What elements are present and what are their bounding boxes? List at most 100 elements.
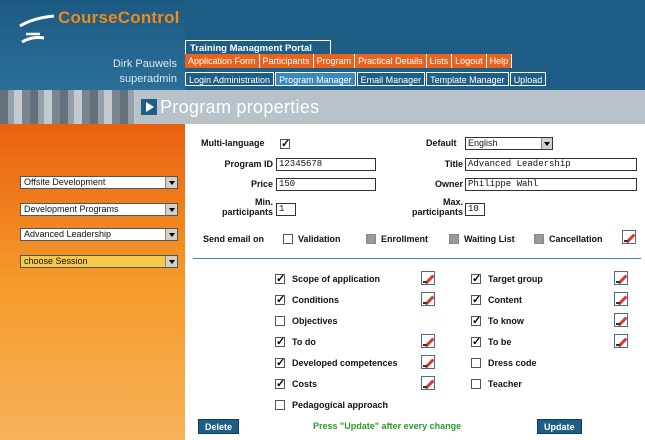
nav-template-manager[interactable]: Template Manager — [426, 72, 509, 86]
user-name: Dirk Pauwels — [112, 58, 177, 70]
max-participants-label: Max. participants — [399, 197, 463, 217]
chevron-down-icon — [165, 177, 177, 188]
section-to-know-checkbox[interactable] — [471, 314, 481, 327]
user-role: superadmin — [119, 73, 177, 85]
email-validation-checkbox[interactable] — [283, 234, 293, 244]
default-language-value: English — [468, 138, 498, 148]
edit-costs-icon[interactable] — [421, 376, 435, 390]
edit-content-icon[interactable] — [614, 292, 628, 306]
default-language-select[interactable]: English — [465, 137, 553, 150]
filter-value: Development Programs — [24, 204, 119, 214]
price-field[interactable]: 150 — [276, 178, 376, 191]
section-teacher-checkbox[interactable] — [471, 379, 481, 389]
section-todo-checkbox[interactable] — [275, 335, 285, 348]
nav-logout[interactable]: Logout — [452, 54, 487, 68]
filter-select-category[interactable]: Offsite Development — [20, 176, 178, 189]
edit-to-be-icon[interactable] — [614, 334, 628, 348]
section-target-group-label: Target group — [488, 274, 543, 284]
title-label: Title — [444, 159, 463, 169]
email-cancellation-label: Cancellation — [549, 234, 603, 244]
nav-login-administration[interactable]: Login Administration — [185, 72, 275, 86]
nav-lists[interactable]: Lists — [427, 54, 453, 68]
section-competences-label: Developed competences — [292, 358, 398, 368]
nav-practical-details[interactable]: Practical Details — [355, 54, 427, 68]
min-label-line: participants — [221, 207, 273, 217]
logo-text: CourseControl — [58, 8, 180, 27]
section-competences-checkbox[interactable] — [275, 356, 285, 369]
play-icon — [141, 99, 157, 115]
send-email-label: Send email on — [203, 234, 265, 244]
default-label: Default — [426, 138, 457, 148]
section-todo-label: To do — [292, 337, 316, 347]
chevron-down-icon — [165, 256, 177, 267]
section-scope-label: Scope of application — [292, 274, 381, 284]
nav-help[interactable]: Help — [487, 54, 513, 68]
email-validation-label: Validation — [298, 234, 341, 244]
owner-field[interactable]: Philippe Wahl — [465, 178, 637, 191]
filter-select-program-group[interactable]: Development Programs — [20, 203, 178, 216]
program-id-field[interactable]: 12345678 — [276, 158, 376, 171]
sidebar: Offsite Development Development Programs… — [0, 124, 185, 440]
email-cancellation-checkbox[interactable] — [534, 234, 544, 244]
min-participants-label: Min. participants — [215, 197, 273, 217]
min-label-line: Min. — [255, 197, 273, 207]
nav-upload[interactable]: Upload — [509, 72, 547, 86]
section-scope-checkbox[interactable] — [275, 272, 285, 285]
title-band — [0, 90, 645, 124]
edit-email-icon[interactable] — [622, 230, 636, 244]
filter-value: Offsite Development — [24, 177, 106, 187]
nav-email-manager[interactable]: Email Manager — [356, 72, 426, 86]
program-id-label: Program ID — [224, 159, 273, 169]
section-objectives-checkbox[interactable] — [275, 316, 285, 326]
secondary-nav: Login Administration Program Manager Ema… — [185, 72, 548, 86]
nav-participants[interactable]: Participants — [260, 54, 314, 68]
main-content: Multi-language Default English Program I… — [185, 124, 645, 440]
edit-to-know-icon[interactable] — [614, 313, 628, 327]
filter-value: Advanced Leadership — [24, 229, 112, 239]
filter-select-session[interactable]: choose Session — [20, 255, 178, 268]
edit-target-group-icon[interactable] — [614, 271, 628, 285]
section-target-group-checkbox[interactable] — [471, 272, 481, 285]
update-button[interactable]: Update — [537, 419, 582, 434]
section-content-checkbox[interactable] — [471, 293, 481, 306]
logo-swoosh-icon — [19, 14, 55, 44]
section-dress-code-checkbox[interactable] — [471, 358, 481, 368]
nav-application-form[interactable]: Application Form — [185, 54, 260, 68]
multilanguage-checkbox[interactable] — [280, 137, 290, 150]
section-dress-code-label: Dress code — [488, 358, 537, 368]
nav-program-manager[interactable]: Program Manager — [275, 72, 356, 86]
chevron-down-icon — [541, 138, 552, 149]
email-enrollment-checkbox[interactable] — [366, 234, 376, 244]
section-pedagogical-checkbox[interactable] — [275, 400, 285, 410]
section-objectives-label: Objectives — [292, 316, 338, 326]
update-hint: Press "Update" after every change — [313, 421, 462, 431]
edit-scope-icon[interactable] — [421, 271, 435, 285]
nav-program[interactable]: Program — [314, 54, 356, 68]
max-label-line: participants — [411, 207, 463, 217]
max-participants-field[interactable]: 10 — [465, 203, 485, 216]
section-costs-label: Costs — [292, 379, 318, 389]
section-conditions-label: Conditions — [292, 295, 339, 305]
section-content-label: Content — [488, 295, 522, 305]
section-costs-checkbox[interactable] — [275, 377, 285, 390]
logo-area: CourseControl Dirk Pauwels superadmin — [0, 0, 185, 90]
email-waiting-list-checkbox[interactable] — [449, 234, 459, 244]
edit-conditions-icon[interactable] — [421, 292, 435, 306]
section-to-be-checkbox[interactable] — [471, 335, 481, 348]
primary-nav: Application Form Participants Program Pr… — [185, 54, 513, 68]
title-field[interactable]: Advanced Leadership — [465, 158, 637, 171]
filter-select-program[interactable]: Advanced Leadership — [20, 228, 178, 241]
section-to-be-label: To be — [488, 337, 512, 347]
delete-button[interactable]: Delete — [198, 419, 240, 434]
header-photo — [0, 90, 135, 124]
min-participants-field[interactable]: 1 — [276, 203, 296, 216]
section-divider — [193, 258, 641, 259]
edit-todo-icon[interactable] — [421, 334, 435, 348]
edit-competences-icon[interactable] — [421, 355, 435, 369]
section-conditions-checkbox[interactable] — [275, 293, 285, 306]
section-to-know-label: To know — [488, 316, 524, 326]
chevron-down-icon — [165, 204, 177, 215]
section-teacher-label: Teacher — [488, 379, 522, 389]
chevron-down-icon — [165, 229, 177, 240]
owner-label: Owner — [434, 179, 463, 189]
